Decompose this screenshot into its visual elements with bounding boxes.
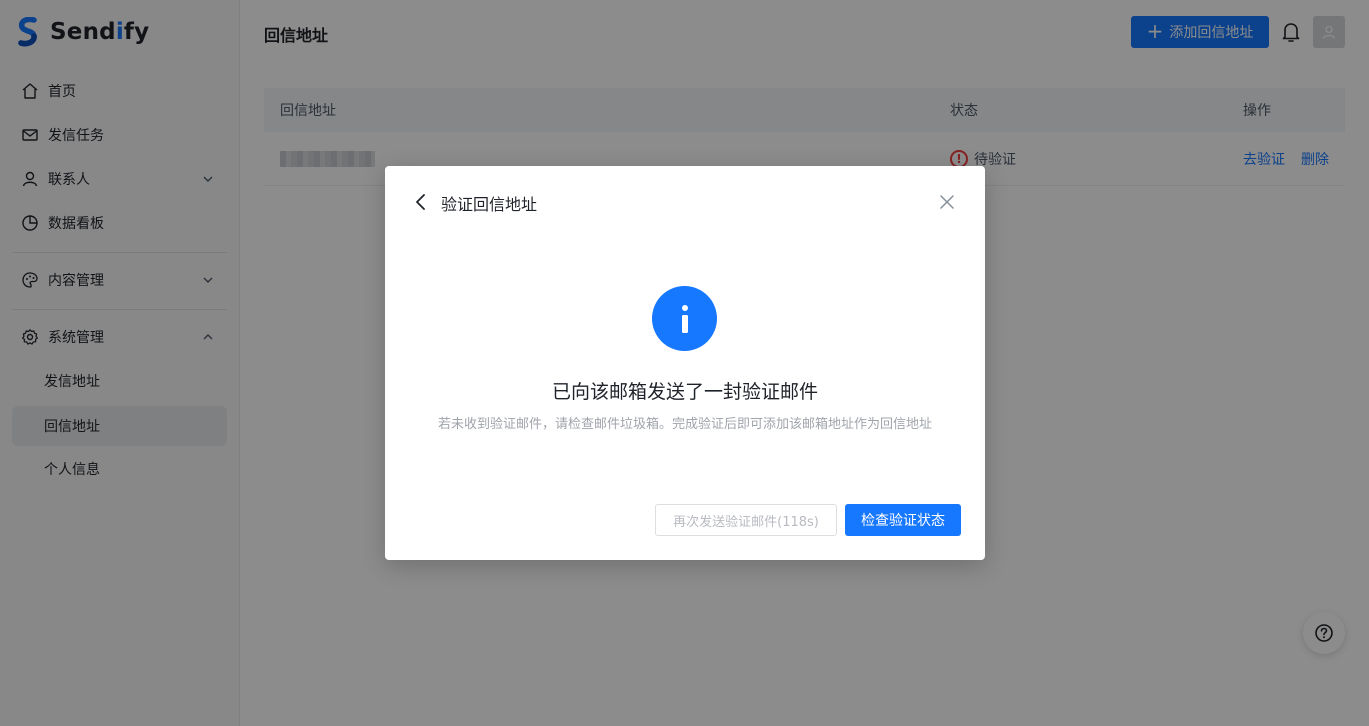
resend-email-button[interactable]: 再次发送验证邮件(118s) xyxy=(655,504,837,536)
modal-heading: 已向该邮箱发送了一封验证邮件 xyxy=(551,381,818,403)
check-status-button[interactable]: 检查验证状态 xyxy=(845,504,961,536)
verify-modal: 验证回信地址 已向该邮箱发送了一封验证邮件 若未收到验证邮件，请检查邮件垃圾箱。… xyxy=(385,166,985,560)
info-icon xyxy=(652,286,717,351)
back-icon[interactable] xyxy=(411,192,431,212)
modal-title: 验证回信地址 xyxy=(441,195,538,214)
modal-description: 若未收到验证邮件，请检查邮件垃圾箱。完成验证后即可添加该邮箱地址作为回信地址 xyxy=(437,417,932,432)
close-icon[interactable] xyxy=(938,193,956,211)
